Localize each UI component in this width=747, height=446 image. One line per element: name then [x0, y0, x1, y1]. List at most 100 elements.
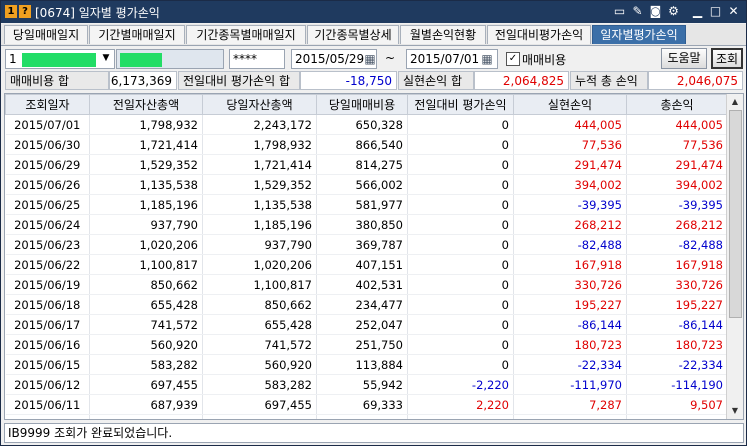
pnl-grid: 조회일자 전일자산총액 당일자산총액 당일매매비용 전일대비 평가손익 실현손익… — [4, 93, 744, 420]
tab-daily-trading-log[interactable]: 당일매매일지 — [4, 25, 88, 44]
help-button[interactable]: 도움말 — [661, 48, 707, 69]
tab-daily-eval-pnl[interactable]: 일자별평가손익 — [592, 25, 686, 44]
prev-day-eval-total-label: 전일대비 평가손익 합 — [178, 71, 300, 90]
table-row[interactable]: 2015/06/15 583,282 560,920 113,884 0 -22,334-… — [5, 354, 728, 375]
table-row[interactable]: 2015/06/23 1,020,206 937,790 369,787 0 -82,48… — [5, 234, 728, 255]
table-cell: 1,798,932 — [89, 114, 203, 135]
fee-total-label: 매매비용 합 — [5, 71, 109, 90]
table-cell: 85,344 — [316, 414, 408, 419]
realized-total-value: 2,064,825 — [474, 71, 569, 90]
col-header-total[interactable]: 총손익 — [626, 94, 728, 115]
maximize-icon[interactable]: □ — [708, 4, 723, 19]
table-row[interactable]: 2015/06/19 850,662 1,100,817 402,531 0 330,72… — [5, 274, 728, 295]
table-row[interactable]: 2015/06/10423,835687,93985,344-25,780-10… — [5, 414, 728, 419]
window-icon[interactable]: ▭ — [612, 4, 627, 19]
chevron-down-icon[interactable]: ▼ — [99, 50, 113, 67]
table-cell: 583,282 — [202, 374, 317, 395]
table-cell: 1,529,352 — [202, 174, 317, 195]
table-cell: 291,474 — [626, 154, 728, 175]
table-row[interactable]: 2015/06/12 697,455 583,282 55,942 -2,220 -111… — [5, 374, 728, 395]
table-row[interactable]: 2015/06/11 687,939 697,455 69,333 2,220 7,287… — [5, 394, 728, 415]
table-cell: 937,790 — [202, 234, 317, 255]
table-cell: 69,333 — [316, 394, 408, 415]
table-cell: 291,474 — [513, 154, 627, 175]
table-cell: 2015/06/26 — [5, 174, 90, 195]
col-header-realized[interactable]: 실현손익 — [513, 94, 627, 115]
table-cell: 0 — [407, 294, 514, 315]
table-cell: 814,275 — [316, 154, 408, 175]
table-cell: 2015/06/22 — [5, 254, 90, 275]
table-row[interactable]: 2015/06/29 1,529,352 1,721,414 814,275 0 291,… — [5, 154, 728, 175]
table-cell: 1,185,196 — [89, 194, 203, 215]
table-cell: 380,850 — [316, 214, 408, 235]
table-cell: 697,455 — [89, 374, 203, 395]
screen-number-badge[interactable]: 1 — [5, 5, 17, 18]
tab-period-stock-detail[interactable]: 기간종목별상세 — [307, 25, 399, 44]
table-row[interactable]: 2015/06/18 655,428 850,662 234,477 0 195,227 1… — [5, 294, 728, 315]
table-row[interactable]: 2015/06/22 1,100,817 1,020,206 407,151 0 167,… — [5, 254, 728, 275]
scroll-down-icon[interactable]: ▼ — [727, 403, 743, 419]
masked-name-redaction — [120, 52, 162, 67]
table-cell: 741,572 — [89, 314, 203, 335]
table-cell: 77,536 — [513, 134, 627, 155]
gear-icon[interactable]: ⚙ — [666, 4, 681, 19]
search-button[interactable]: 조회 — [711, 48, 743, 69]
table-cell: 1,100,817 — [202, 274, 317, 295]
tab-period-stock-trading-log[interactable]: 기간종목별매매일지 — [186, 25, 306, 44]
table-cell: 850,662 — [202, 294, 317, 315]
table-cell: 195,227 — [513, 294, 627, 315]
col-header-curr-assets[interactable]: 당일자산총액 — [202, 94, 317, 115]
table-header-row: 조회일자 전일자산총액 당일자산총액 당일매매비용 전일대비 평가손익 실현손익… — [5, 94, 728, 115]
tab-period-trading-log[interactable]: 기간별매매일지 — [89, 25, 185, 44]
table-cell: 330,726 — [626, 274, 728, 295]
table-cell: 560,920 — [202, 354, 317, 375]
scroll-up-icon[interactable]: ▲ — [727, 94, 743, 110]
col-header-date[interactable]: 조회일자 — [5, 94, 90, 115]
table-row[interactable]: 2015/06/25 1,185,196 1,135,538 581,977 0 -39,… — [5, 194, 728, 215]
table-cell: 55,942 — [316, 374, 408, 395]
edit-icon[interactable]: ✎ — [630, 4, 645, 19]
table-cell: 407,151 — [316, 254, 408, 275]
table-cell: 2015/06/11 — [5, 394, 90, 415]
minimize-icon[interactable]: ▁ — [690, 4, 705, 19]
fee-checkbox[interactable]: ✓ — [506, 52, 520, 66]
table-cell: 167,918 — [626, 254, 728, 275]
tab-monthly-pnl[interactable]: 월별손익현황 — [400, 25, 486, 44]
scroll-thumb[interactable] — [729, 110, 742, 318]
table-cell: 77,536 — [626, 134, 728, 155]
table-row[interactable]: 2015/06/26 1,135,538 1,529,352 566,002 0 394,… — [5, 174, 728, 195]
table-cell: 195,227 — [626, 294, 728, 315]
col-header-prev-eval[interactable]: 전일대비 평가손익 — [407, 94, 514, 115]
table-cell: 2015/06/17 — [5, 314, 90, 335]
vertical-scrollbar[interactable]: ▲ ▼ — [726, 94, 743, 419]
table-cell: 741,572 — [202, 334, 317, 355]
table-row[interactable]: 2015/06/17 741,572 655,428 252,047 0 -86,144-… — [5, 314, 728, 335]
close-icon[interactable]: ✕ — [726, 4, 741, 19]
table-row[interactable]: 2015/06/24 937,790 1,185,196 380,850 0 268,21… — [5, 214, 728, 235]
cumulative-pnl-label: 누적 총 손익 — [570, 71, 648, 90]
calendar-icon[interactable]: ▦ — [479, 50, 495, 68]
table-cell: 2015/06/15 — [5, 354, 90, 375]
table-row[interactable]: 2015/06/30 1,721,414 1,798,932 866,540 0 77,5… — [5, 134, 728, 155]
help-badge[interactable]: ? — [19, 5, 31, 18]
table-cell: 0 — [407, 174, 514, 195]
table-cell: 2,243,172 — [202, 114, 317, 135]
table-cell: 113,884 — [316, 354, 408, 375]
calendar-icon[interactable]: ▦ — [362, 50, 378, 68]
table-cell: 2,220 — [407, 394, 514, 415]
table-cell: 180,723 — [626, 334, 728, 355]
table-cell: -114,190 — [626, 374, 728, 395]
password-field[interactable]: **** — [229, 49, 285, 69]
table-row[interactable]: 2015/07/01 1,798,932 2,243,172 650,328 0 444,… — [5, 114, 728, 135]
account-name-field — [116, 49, 224, 69]
camera-icon[interactable]: ◙ — [648, 4, 663, 19]
table-cell: 1,185,196 — [202, 214, 317, 235]
table-cell: -86,144 — [626, 314, 728, 335]
tab-prev-day-eval-pnl[interactable]: 전일대비평가손익 — [487, 25, 591, 44]
col-header-prev-assets[interactable]: 전일자산총액 — [89, 94, 203, 115]
col-header-fee[interactable]: 당일매매비용 — [316, 94, 408, 115]
table-cell: -22,334 — [513, 354, 627, 375]
title-bar: 1 ? [0674] 일자별 평가손익 ▭ ✎ ◙ ⚙ ▁ □ ✕ — [1, 1, 746, 23]
table-cell: 937,790 — [89, 214, 203, 235]
table-row[interactable]: 2015/06/16 560,920 741,572 251,750 0 180,723 1… — [5, 334, 728, 355]
